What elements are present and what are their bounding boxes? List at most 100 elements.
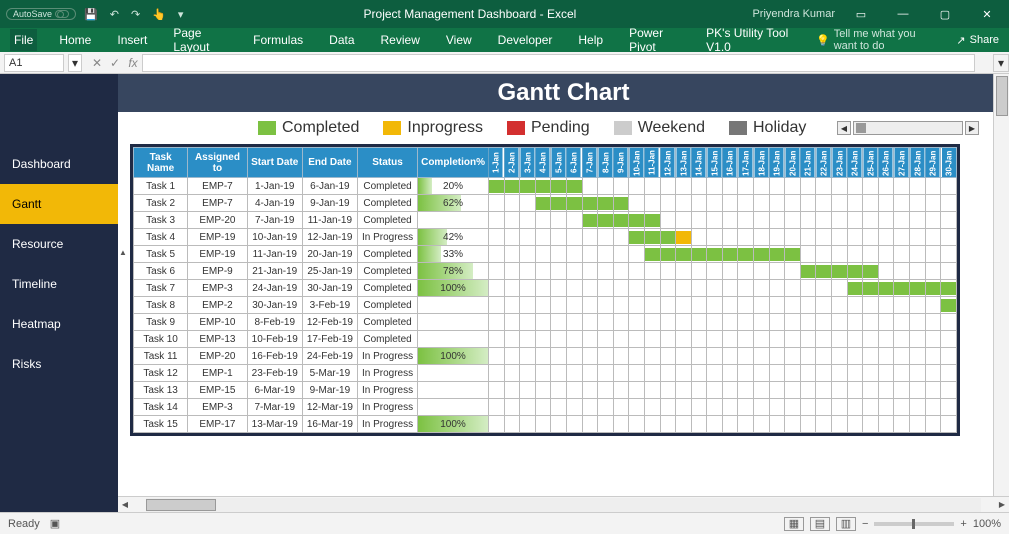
gantt-cell[interactable]	[566, 195, 582, 212]
gantt-cell[interactable]	[691, 178, 707, 195]
gantt-cell[interactable]	[660, 229, 676, 246]
gantt-cell[interactable]	[566, 331, 582, 348]
gantt-cell[interactable]	[691, 365, 707, 382]
gantt-cell[interactable]	[894, 416, 910, 433]
col-start[interactable]: Start Date	[247, 148, 302, 178]
gantt-cell[interactable]	[816, 263, 832, 280]
gantt-cell[interactable]	[941, 399, 957, 416]
cell-completion[interactable]	[418, 297, 489, 314]
formula-input[interactable]	[142, 54, 975, 72]
scroll-thumb[interactable]	[856, 123, 866, 133]
gantt-cell[interactable]	[676, 399, 692, 416]
name-box-dropdown[interactable]: ▾	[68, 54, 82, 72]
cell-task[interactable]: Task 14	[134, 399, 188, 416]
gantt-cell[interactable]	[863, 263, 879, 280]
gantt-cell[interactable]	[535, 416, 551, 433]
cell-task[interactable]: Task 3	[134, 212, 188, 229]
gantt-cell[interactable]	[722, 399, 738, 416]
gantt-cell[interactable]	[910, 178, 926, 195]
gantt-cell[interactable]	[551, 195, 567, 212]
gantt-cell[interactable]	[769, 212, 785, 229]
gantt-cell[interactable]	[722, 178, 738, 195]
cell-assigned[interactable]: EMP-15	[188, 382, 247, 399]
gantt-cell[interactable]	[488, 229, 504, 246]
cell-end[interactable]: 12-Mar-19	[302, 399, 357, 416]
gantt-cell[interactable]	[535, 212, 551, 229]
gantt-cell[interactable]	[566, 314, 582, 331]
gantt-cell[interactable]	[629, 399, 645, 416]
gantt-cell[interactable]	[878, 263, 894, 280]
gantt-cell[interactable]	[800, 399, 816, 416]
gantt-cell[interactable]	[707, 399, 723, 416]
gantt-cell[interactable]	[691, 399, 707, 416]
cell-task[interactable]: Task 6	[134, 263, 188, 280]
gantt-cell[interactable]	[598, 297, 614, 314]
gantt-cell[interactable]	[629, 416, 645, 433]
col-completion[interactable]: Completion%	[418, 148, 489, 178]
cell-start[interactable]: 21-Jan-19	[247, 263, 302, 280]
gantt-cell[interactable]	[629, 314, 645, 331]
table-row[interactable]: Task 2EMP-74-Jan-199-Jan-19Completed62%	[134, 195, 957, 212]
gantt-horizontal-scroller[interactable]: ◀ ▶	[837, 121, 979, 135]
day-header[interactable]: 10-Jan	[629, 148, 645, 178]
gantt-cell[interactable]	[785, 280, 801, 297]
gantt-cell[interactable]	[520, 229, 536, 246]
cell-status[interactable]: Completed	[357, 263, 417, 280]
gantt-cell[interactable]	[910, 229, 926, 246]
gantt-cell[interactable]	[566, 229, 582, 246]
gantt-cell[interactable]	[707, 348, 723, 365]
gantt-cell[interactable]	[691, 348, 707, 365]
maximize-button[interactable]: ▢	[929, 3, 961, 25]
gantt-cell[interactable]	[644, 399, 660, 416]
cell-start[interactable]: 6-Mar-19	[247, 382, 302, 399]
tab-home[interactable]: Home	[55, 29, 95, 51]
table-row[interactable]: Task 12EMP-123-Feb-195-Mar-19In Progress	[134, 365, 957, 382]
gantt-cell[interactable]	[504, 212, 520, 229]
view-page-break-button[interactable]: ▥	[836, 517, 856, 531]
cell-start[interactable]: 7-Jan-19	[247, 212, 302, 229]
gantt-cell[interactable]	[925, 178, 941, 195]
cell-start[interactable]: 4-Jan-19	[247, 195, 302, 212]
cell-start[interactable]: 30-Jan-19	[247, 297, 302, 314]
gantt-cell[interactable]	[488, 195, 504, 212]
table-row[interactable]: Task 14EMP-37-Mar-1912-Mar-19In Progress	[134, 399, 957, 416]
gantt-cell[interactable]	[504, 195, 520, 212]
gantt-cell[interactable]	[785, 399, 801, 416]
cell-task[interactable]: Task 8	[134, 297, 188, 314]
gantt-cell[interactable]	[878, 212, 894, 229]
gantt-cell[interactable]	[878, 365, 894, 382]
tab-developer[interactable]: Developer	[494, 29, 557, 51]
cell-start[interactable]: 10-Feb-19	[247, 331, 302, 348]
macro-record-icon[interactable]: ▣	[50, 517, 60, 530]
gantt-cell[interactable]	[894, 246, 910, 263]
gantt-cell[interactable]	[738, 399, 754, 416]
undo-button[interactable]: ↶	[106, 6, 123, 23]
gantt-cell[interactable]	[566, 280, 582, 297]
gantt-cell[interactable]	[754, 399, 770, 416]
cell-task[interactable]: Task 1	[134, 178, 188, 195]
gantt-cell[interactable]	[832, 212, 848, 229]
cell-completion[interactable]: 33%	[418, 246, 489, 263]
gantt-cell[interactable]	[582, 365, 598, 382]
gantt-cell[interactable]	[598, 263, 614, 280]
gantt-cell[interactable]	[644, 195, 660, 212]
gantt-cell[interactable]	[676, 195, 692, 212]
gantt-cell[interactable]	[629, 212, 645, 229]
cell-status[interactable]: Completed	[357, 280, 417, 297]
gantt-cell[interactable]	[800, 348, 816, 365]
gantt-cell[interactable]	[613, 382, 629, 399]
gantt-cell[interactable]	[535, 331, 551, 348]
gantt-cell[interactable]	[878, 382, 894, 399]
hscroll-right[interactable]: ▶	[995, 498, 1009, 512]
gantt-cell[interactable]	[941, 365, 957, 382]
gantt-cell[interactable]	[925, 348, 941, 365]
autosave-toggle[interactable]: AutoSave	[6, 8, 76, 20]
gantt-cell[interactable]	[769, 348, 785, 365]
gantt-cell[interactable]	[707, 314, 723, 331]
gantt-cell[interactable]	[676, 212, 692, 229]
gantt-cell[interactable]	[660, 399, 676, 416]
sheet-horizontal-scrollbar[interactable]: ◀ ▶	[118, 496, 1009, 512]
cancel-formula-button[interactable]: ✕	[88, 54, 106, 72]
day-header[interactable]: 29-Jan	[925, 148, 941, 178]
gantt-cell[interactable]	[722, 365, 738, 382]
